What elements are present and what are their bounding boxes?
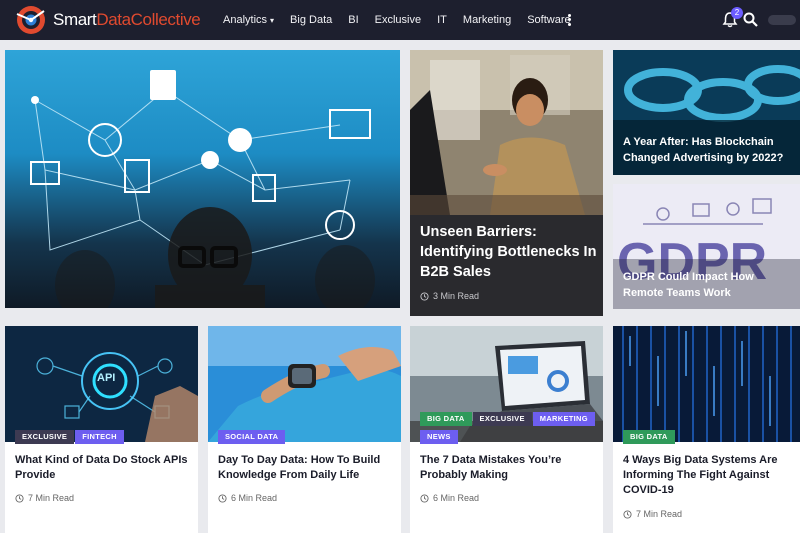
nav-item-bi[interactable]: BI	[348, 14, 358, 26]
logo-icon[interactable]	[14, 5, 48, 35]
top-navigation-bar: SmartDataCollective Analytics ▾ Big Data …	[0, 0, 800, 40]
clock-icon	[420, 493, 429, 503]
read-time-text: 7 Min Read	[636, 509, 683, 519]
tag-fintech[interactable]: FINTECH	[75, 430, 124, 444]
blockchain-article-title[interactable]: A Year After: Has Blockchain Changed Adv…	[623, 134, 795, 166]
hero-data-network-image	[5, 50, 400, 308]
side-featured-card-gdpr[interactable]: GDPR GDPR Could Impact How Remote Teams …	[613, 184, 800, 309]
api-illustration-image: API	[5, 326, 198, 442]
article-title[interactable]: The 7 Data Mistakes You’re Probably Maki…	[420, 453, 598, 483]
gdpr-article-title[interactable]: GDPR Could Impact How Remote Teams Work	[623, 269, 795, 301]
article-read-time: 6 Min Read	[420, 493, 479, 503]
article-card[interactable]: BIG DATA EXCLUSIVE MARKETING NEWS The 7 …	[410, 326, 603, 533]
clock-icon	[623, 509, 632, 519]
logo-text-data: Data	[96, 10, 131, 29]
article-title[interactable]: Day To Day Data: How To Build Knowledge …	[218, 453, 396, 483]
article-tags: EXCLUSIVE FINTECH	[15, 430, 125, 444]
article-tags: BIG DATA	[623, 430, 676, 444]
read-time-text: 6 Min Read	[433, 493, 480, 503]
dark-mode-toggle[interactable]	[768, 15, 796, 25]
article-title[interactable]: 4 Ways Big Data Systems Are Informing Th…	[623, 453, 793, 498]
chevron-down-icon: ▾	[270, 16, 275, 25]
tag-marketing[interactable]: MARKETING	[532, 412, 595, 426]
clock-icon	[15, 493, 24, 503]
tag-news[interactable]: NEWS	[420, 430, 458, 444]
tag-exclusive[interactable]: EXCLUSIVE	[472, 412, 532, 426]
article-read-time: 7 Min Read	[15, 493, 74, 503]
logo-text-smart: Smart	[53, 10, 97, 29]
article-title[interactable]: What Kind of Data Do Stock APIs Provide	[15, 453, 193, 483]
side-featured-card-blockchain[interactable]: A Year After: Has Blockchain Changed Adv…	[613, 50, 800, 175]
clock-icon	[218, 493, 227, 503]
read-time-text: 6 Min Read	[231, 493, 278, 503]
site-logo-text[interactable]: SmartDataCollective	[53, 10, 201, 30]
handshake-office-image	[410, 50, 603, 215]
article-tags: BIG DATA EXCLUSIVE MARKETING NEWS	[420, 412, 600, 444]
tag-social-data[interactable]: SOCIAL DATA	[218, 430, 286, 444]
smartwatch-wrist-image	[208, 326, 401, 442]
featured-article-card[interactable]: Unseen Barriers: Identifying Bottlenecks…	[410, 50, 603, 316]
notification-count-badge: 2	[731, 7, 743, 19]
featured-read-time: 3 Min Read	[420, 291, 479, 301]
article-card[interactable]: SOCIAL DATA Day To Day Data: How To Buil…	[208, 326, 401, 533]
main-nav: Analytics ▾ Big Data BI Exclusive IT Mark…	[215, 0, 579, 40]
data-code-stream-image	[613, 326, 800, 442]
clock-icon	[420, 291, 429, 301]
article-read-time: 7 Min Read	[623, 509, 682, 519]
api-image-text: API	[97, 372, 115, 384]
tag-big-data[interactable]: BIG DATA	[623, 430, 675, 444]
article-card[interactable]: BIG DATA 4 Ways Big Data Systems Are Inf…	[613, 326, 800, 533]
nav-item-marketing[interactable]: Marketing	[463, 14, 511, 26]
search-icon[interactable]	[743, 12, 758, 27]
nav-item-exclusive[interactable]: Exclusive	[375, 14, 421, 26]
tag-big-data[interactable]: BIG DATA	[420, 412, 472, 426]
featured-article-title[interactable]: Unseen Barriers: Identifying Bottlenecks…	[420, 222, 598, 282]
read-time-text: 3 Min Read	[433, 291, 480, 301]
tag-exclusive[interactable]: EXCLUSIVE	[15, 430, 75, 444]
nav-item-it[interactable]: IT	[437, 14, 447, 26]
article-read-time: 6 Min Read	[218, 493, 277, 503]
nav-item-big-data[interactable]: Big Data	[290, 14, 332, 26]
article-tags: SOCIAL DATA	[218, 430, 286, 444]
nav-item-analytics[interactable]: Analytics ▾	[223, 14, 274, 26]
more-vertical-icon[interactable]	[563, 12, 575, 28]
logo-text-collective: Collective	[130, 10, 201, 29]
hero-article-card[interactable]	[5, 50, 400, 308]
article-card[interactable]: API EXCLUSIVE FINTECH What Kind of Data …	[5, 326, 198, 533]
nav-item-label: Analytics	[223, 14, 268, 26]
read-time-text: 7 Min Read	[28, 493, 75, 503]
